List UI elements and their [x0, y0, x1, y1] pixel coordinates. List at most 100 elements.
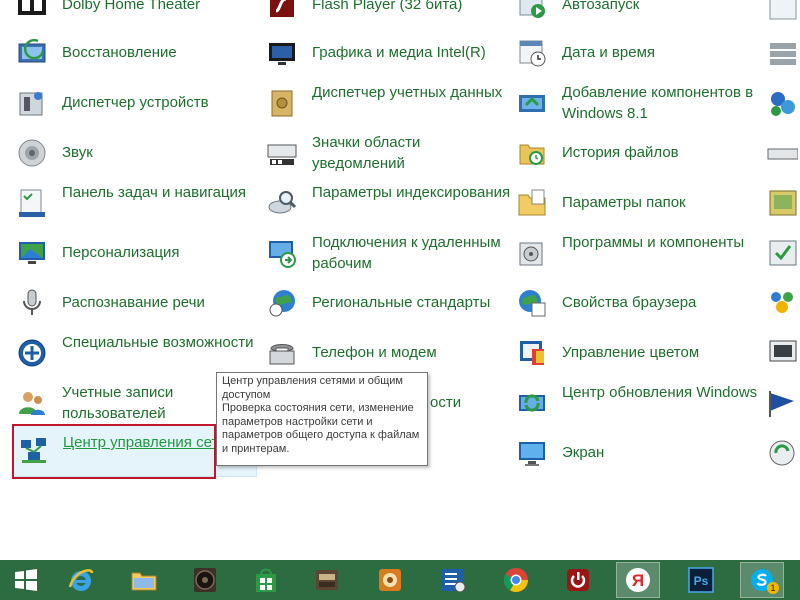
taskbar-internet-explorer[interactable]: [59, 562, 103, 598]
cp-label-add-features: Добавление компонентов в Windows 8.1: [562, 84, 754, 122]
cp-item-taskbar-nav[interactable]: Панель задач и навигация: [0, 178, 250, 228]
cp-item-date-time[interactable]: Дата и время: [500, 28, 750, 78]
cp-item-col3-row1[interactable]: [750, 28, 800, 78]
device-manager-icon: [16, 87, 48, 119]
cp-label-dolby: Dolby Home Theater: [62, 0, 201, 13]
cp-label-recovery: Восстановление: [62, 44, 177, 61]
cp-item-regional[interactable]: Региональные стандарты: [250, 278, 500, 328]
tooltip: Центр управления сетями и общим доступом…: [216, 372, 428, 466]
recovery-icon: [16, 37, 48, 69]
cp-label-programs: Программы и компоненты: [562, 234, 745, 251]
cp-item-personalization[interactable]: Персонализация: [0, 228, 250, 278]
cp-item-col3-row3[interactable]: [750, 128, 800, 178]
cp-item-file-history[interactable]: История файлов: [500, 128, 750, 178]
cp-item-phone-modem[interactable]: Телефон и модем: [250, 328, 500, 378]
cp-label-regional: Региональные стандарты: [312, 294, 491, 311]
cp-item-sound[interactable]: Звук: [0, 128, 250, 178]
taskbar-control-panel[interactable]: [431, 562, 475, 598]
tooltip-title: Центр управления сетями и общим доступом: [222, 375, 403, 401]
cp-item-windows-update[interactable]: Центр обновления Windows: [500, 378, 757, 428]
cp-item-accessibility[interactable]: Специальные возможности: [0, 328, 254, 378]
start-button[interactable]: [4, 562, 48, 598]
intel-graphics-icon: [266, 37, 298, 69]
control-panel-icon: [442, 569, 466, 593]
cp-item-recovery[interactable]: Восстановление: [0, 28, 250, 78]
speaker-icon: [16, 137, 48, 169]
cp-label-remote-connections: Подключения к удаленным рабочим: [312, 234, 501, 272]
cp-item-device-manager[interactable]: Диспетчер устройств: [0, 78, 250, 128]
monitor-icon: [766, 337, 798, 369]
taskbar-doc-app[interactable]: [305, 562, 349, 598]
cp-item-color-management[interactable]: Управление цветом: [500, 328, 750, 378]
cp-item-programs[interactable]: Программы и компоненты: [500, 228, 750, 278]
cp-item-autoplay[interactable]: Автозапуск: [500, 0, 750, 30]
cp-label-windows-update: Центр обновления Windows: [562, 384, 758, 401]
network-center-icon: [18, 434, 50, 466]
doc-icon: [316, 570, 338, 590]
taskbar: Я Ps 1: [0, 560, 800, 600]
cp-item-col3-row7[interactable]: [750, 328, 800, 378]
cp-item-col3-row5[interactable]: [750, 228, 800, 278]
taskbar-photoshop[interactable]: Ps: [679, 562, 723, 598]
cp-item-col3-row6[interactable]: [750, 278, 800, 328]
cp-item-col3-row2[interactable]: [750, 78, 800, 128]
cp-label-speech: Распознавание речи: [62, 294, 205, 311]
cp-label-personalization: Персонализация: [62, 244, 180, 261]
windows-update-icon: [516, 387, 548, 419]
cp-item-folder-options[interactable]: Параметры папок: [500, 178, 750, 228]
cp-item-user-accounts[interactable]: Учетные записи пользователей: [0, 378, 250, 428]
taskbar-skype[interactable]: 1: [740, 562, 784, 598]
taskbar-chrome[interactable]: [494, 562, 538, 598]
cp-item-credential-manager[interactable]: Диспетчер учетных данных: [250, 78, 502, 128]
cp-label-taskbar-nav: Панель задач и навигация: [62, 184, 247, 201]
cp-item-indexing[interactable]: Параметры индексирования: [250, 178, 510, 228]
calendar-clock-icon: [516, 37, 548, 69]
remote-desktop-icon: [266, 237, 298, 269]
taskbar-navigation-icon: [16, 187, 48, 219]
flag-icon: [766, 387, 798, 419]
personalization-icon: [16, 237, 48, 269]
skype-notification-badge: 1: [767, 582, 779, 594]
internet-options-icon: [516, 287, 548, 319]
users-icon: [16, 387, 48, 419]
cp-item-dolby[interactable]: Dolby Home Theater: [0, 0, 250, 30]
cp-label-folder-options: Параметры папок: [562, 194, 686, 211]
cp-label-color-management: Управление цветом: [562, 344, 700, 361]
taskbar-power-app[interactable]: [556, 562, 600, 598]
taskbar-speaker-app[interactable]: [183, 562, 227, 598]
cp-item-col3-row9[interactable]: [750, 428, 800, 478]
taskbar-windows-store[interactable]: [244, 562, 288, 598]
cp-label-intel-graphics: Графика и медиа Intel(R): [312, 44, 486, 61]
sync-center-icon: [766, 437, 798, 469]
cp-item-remote-connections[interactable]: Подключения к удаленным рабочим: [250, 228, 501, 278]
file-history-icon: [516, 137, 548, 169]
cp-item-col3-row8[interactable]: [750, 378, 800, 428]
yandex-letter: Я: [632, 571, 644, 590]
taskbar-yandex[interactable]: Я: [616, 562, 660, 598]
taskbar-file-explorer[interactable]: [122, 562, 166, 598]
network-globe-icon: [766, 87, 798, 119]
store-icon: [256, 568, 276, 592]
cp-item-browser[interactable]: Свойства браузера: [500, 278, 750, 328]
programs-features-icon: [516, 237, 548, 269]
color-management-icon: [516, 337, 548, 369]
homegroup-icon: [766, 287, 798, 319]
globe-clock-icon: [266, 287, 298, 319]
cp-item-flash[interactable]: Flash Player (32 бита): [250, 0, 500, 30]
flash-player-icon: [266, 0, 298, 21]
windows-logo-icon: [15, 569, 37, 591]
cp-item-col3-row0[interactable]: [750, 0, 800, 30]
cp-item-speech[interactable]: Распознавание речи: [0, 278, 250, 328]
cp-item-screen[interactable]: Экран: [500, 428, 750, 478]
cp-item-col3-row4[interactable]: [750, 178, 800, 228]
cp-label-browser: Свойства браузера: [562, 294, 697, 311]
cp-item-intel-graphics[interactable]: Графика и медиа Intel(R): [250, 28, 500, 78]
taskbar-media-app[interactable]: [368, 562, 412, 598]
cp-item-notification-icons[interactable]: Значки области уведомлений: [250, 128, 500, 178]
cp-label-device-manager: Диспетчер устройств: [62, 94, 209, 111]
chrome-icon: [503, 568, 528, 593]
action-center-icon: [766, 237, 798, 269]
cp-item-add-features[interactable]: Добавление компонентов в Windows 8.1: [500, 78, 753, 128]
photoshop-label: Ps: [694, 574, 709, 588]
cp-label-flash: Flash Player (32 бита): [312, 0, 463, 13]
